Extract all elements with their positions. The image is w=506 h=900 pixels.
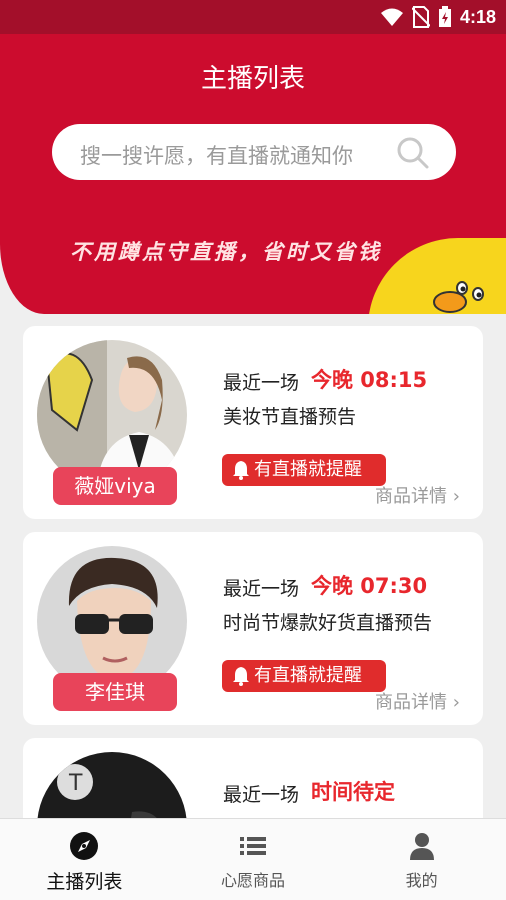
remind-label: 有直播就提醒: [254, 665, 362, 686]
tab-label: 主播列表: [46, 871, 123, 893]
search-input[interactable]: 搜一搜许愿，有直播就通知你: [52, 124, 456, 180]
remind-label: 有直播就提醒: [254, 459, 362, 480]
remind-button[interactable]: 有直播就提醒: [222, 454, 386, 486]
wifi-icon: [380, 8, 403, 26]
status-icons: 4:18: [380, 6, 496, 28]
recent-label: 最近一场: [223, 784, 300, 806]
search-placeholder: 搜一搜许愿，有直播就通知你: [80, 144, 353, 168]
status-time: 4:18: [459, 6, 496, 27]
list-icon: [240, 837, 266, 855]
bottom-tab-bar: 主播列表 心愿商品 我的: [0, 818, 506, 900]
recent-label: 最近一场: [223, 578, 300, 600]
tab-profile[interactable]: 我的: [337, 819, 506, 900]
streamer-name: 薇娅viya: [53, 467, 177, 505]
live-time: 今晚 07:30: [311, 574, 428, 598]
product-detail-link[interactable]: 商品详情 ›: [375, 482, 460, 508]
duck-icon: [433, 281, 484, 313]
recent-label: 最近一场: [223, 372, 300, 394]
live-description: 时尚节爆款好货直播预告: [223, 612, 433, 634]
live-time: 时间待定: [311, 780, 395, 804]
search-icon[interactable]: [396, 136, 430, 170]
svg-text:T: T: [68, 771, 83, 796]
compass-icon: [70, 832, 99, 860]
tab-anchor-list[interactable]: 主播列表: [0, 819, 169, 900]
tab-wish-products[interactable]: 心愿商品: [169, 819, 338, 900]
no-sim-icon: [411, 6, 430, 28]
battery-charging-icon: [438, 6, 451, 27]
streamer-card[interactable]: 薇娅viya 最近一场 今晚 08:15 美妆节直播预告 有直播就提醒 商品详情…: [23, 326, 483, 519]
streamer-card[interactable]: 李佳琪 最近一场 今晚 07:30 时尚节爆款好货直播预告 有直播就提醒 商品详…: [23, 532, 483, 725]
page-title: 主播列表: [200, 64, 305, 94]
tab-label: 心愿商品: [221, 871, 286, 890]
person-icon: [409, 833, 434, 860]
live-description: 美妆节直播预告: [223, 406, 357, 428]
tab-label: 我的: [405, 871, 438, 890]
bell-icon: [233, 461, 249, 480]
product-detail-link[interactable]: 商品详情 ›: [375, 688, 460, 714]
streamer-name: 李佳琪: [53, 673, 177, 711]
header: 主播列表 搜一搜许愿，有直播就通知你 不用蹲点守直播，省时又省钱: [0, 34, 506, 314]
slogan: 不用蹲点守直播，省时又省钱: [70, 240, 382, 264]
remind-button[interactable]: 有直播就提醒: [222, 660, 386, 692]
bell-icon: [233, 667, 249, 686]
live-time: 今晚 08:15: [311, 368, 428, 392]
status-bar: 4:18: [0, 0, 506, 34]
